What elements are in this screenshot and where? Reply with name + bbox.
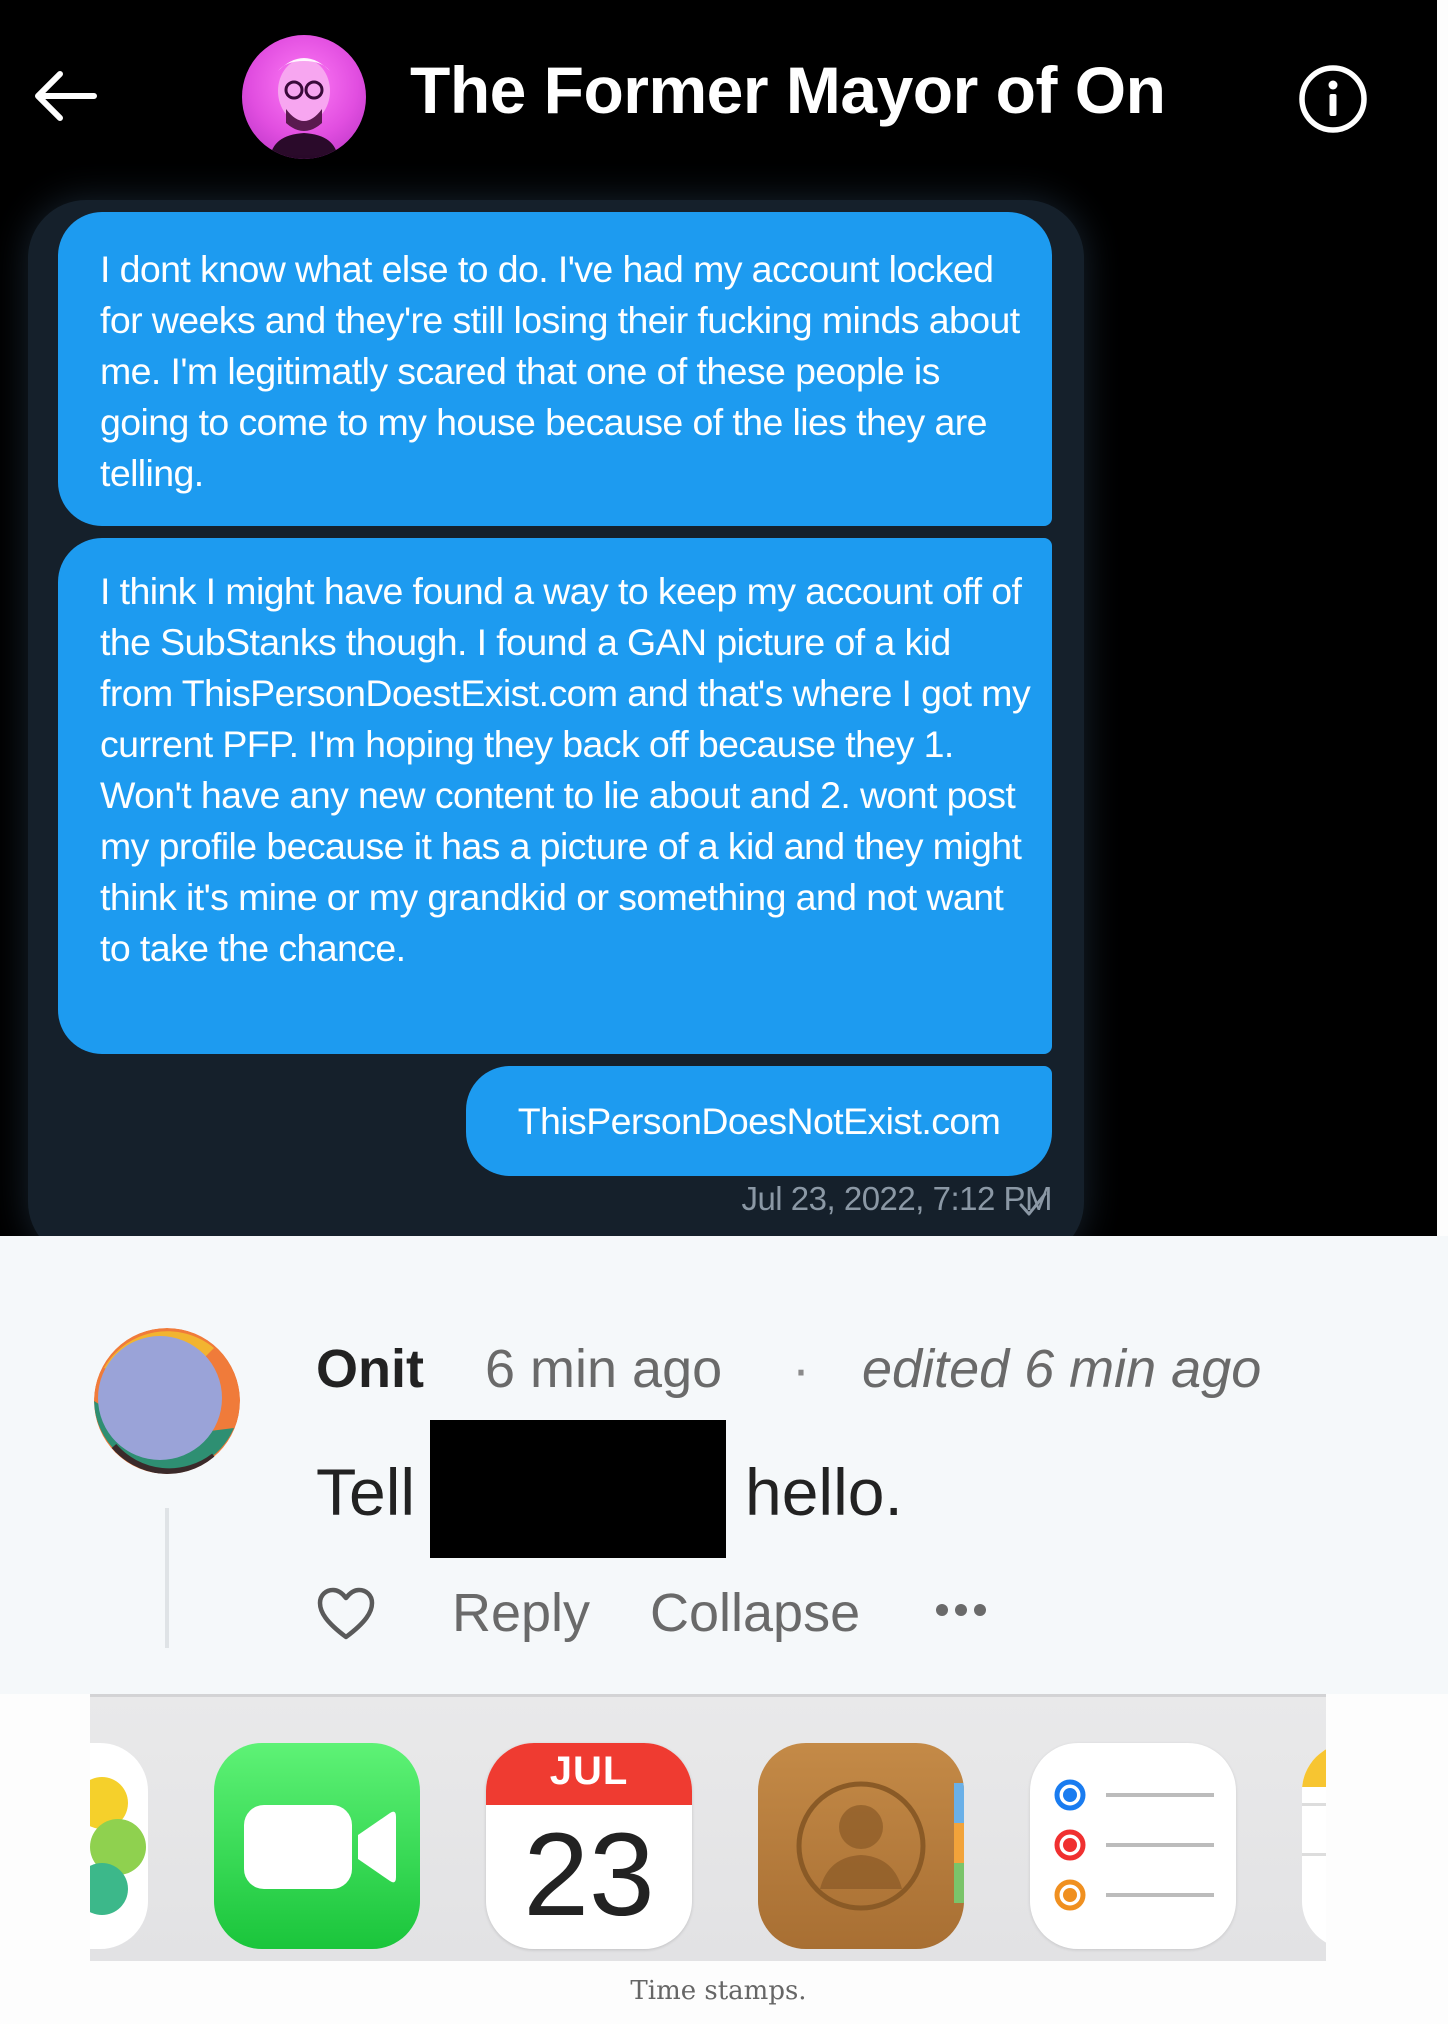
- meta-separator: ·: [792, 1339, 810, 1399]
- video-camera-icon: [244, 1805, 396, 1889]
- checklist-icon: [1054, 1779, 1214, 1911]
- comment-text: hello.: [745, 1455, 903, 1529]
- more-icon[interactable]: [934, 1600, 988, 1620]
- message-bubble[interactable]: I dont know what else to do. I've had my…: [58, 212, 1052, 526]
- avatar-portrait-icon: [270, 58, 338, 159]
- comment-text: Tell: [316, 1455, 416, 1529]
- check-icon: [1019, 1192, 1047, 1216]
- dm-header: The Former Mayor of On: [0, 0, 1437, 190]
- dock: JUL 23: [90, 1694, 1326, 1961]
- notes-icon[interactable]: [1302, 1743, 1326, 1949]
- conversation-title: The Former Mayor of On: [410, 53, 1166, 127]
- dm-screenshot: The Former Mayor of On I dont know what …: [0, 0, 1437, 1236]
- reply-button[interactable]: Reply: [452, 1582, 590, 1644]
- comment-edited-time: edited 6 min ago: [862, 1339, 1262, 1399]
- collapse-button[interactable]: Collapse: [650, 1582, 860, 1644]
- comment-author[interactable]: Onit: [316, 1338, 424, 1400]
- back-arrow-icon[interactable]: [30, 66, 98, 126]
- photos-icon[interactable]: [90, 1743, 148, 1949]
- info-icon[interactable]: [1297, 63, 1369, 135]
- avatar-pattern-icon: [94, 1328, 240, 1474]
- facetime-icon[interactable]: [214, 1743, 420, 1949]
- calendar-day: 23: [523, 1809, 655, 1941]
- contacts-icon[interactable]: [758, 1743, 964, 1949]
- notepad-icon: [1302, 1743, 1326, 1856]
- heart-icon[interactable]: [316, 1586, 376, 1642]
- message-bubble[interactable]: I think I might have found a way to keep…: [58, 538, 1052, 1054]
- redaction-box: [430, 1420, 726, 1558]
- calendar-icon[interactable]: JUL 23: [486, 1743, 692, 1949]
- avatar[interactable]: [94, 1328, 240, 1474]
- message-timestamp: Jul 23, 2022, 7:12 PM: [741, 1180, 1052, 1217]
- reminders-icon[interactable]: [1030, 1743, 1236, 1949]
- photos-flower-icon: [90, 1777, 146, 1915]
- comment-time: 6 min ago: [485, 1339, 723, 1399]
- person-silhouette-icon: [796, 1781, 964, 1911]
- image-caption: Time stamps.: [630, 1976, 807, 2006]
- calendar-month: JUL: [549, 1749, 629, 1793]
- avatar[interactable]: [242, 35, 366, 159]
- message-bubble[interactable]: ThisPersonDoesNotExist.com: [466, 1066, 1052, 1176]
- thread-line: [165, 1508, 169, 1648]
